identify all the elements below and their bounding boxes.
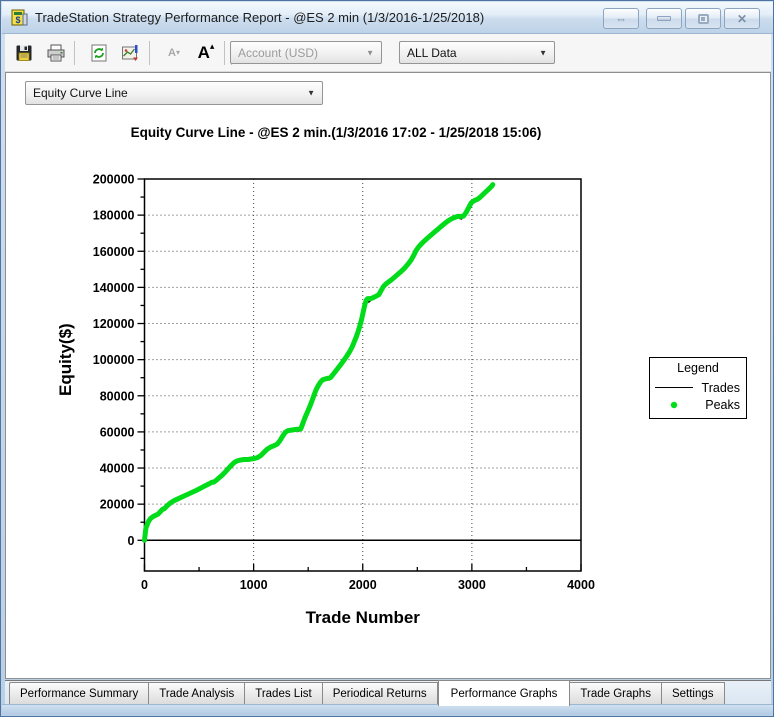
tab-trade-analysis[interactable]: Trade Analysis (149, 682, 245, 705)
y-tick-label: 100000 (93, 353, 135, 367)
toolbar: A▾ A▴ Account (USD) ▼ ALL Data ▼ (5, 34, 771, 72)
x-tick-label: 0 (141, 578, 148, 592)
account-dropdown[interactable]: Account (USD) ▼ (230, 41, 382, 64)
chevron-down-icon: ▼ (539, 48, 547, 57)
x-tick-label: 3000 (458, 578, 486, 592)
minimize-button[interactable] (646, 8, 682, 29)
x-tick-label: 4000 (567, 578, 595, 592)
tab-performance-graphs[interactable]: Performance Graphs (438, 680, 571, 706)
save-icon (15, 44, 33, 62)
window-title: TradeStation Strategy Performance Report… (35, 10, 484, 25)
app-window: $ TradeStation Strategy Performance Repo… (0, 0, 774, 717)
trades-line-swatch (654, 387, 694, 388)
tab-trades-list[interactable]: Trades List (245, 682, 322, 705)
peaks-dot-swatch (654, 400, 694, 410)
x-tick-label: 1000 (240, 578, 268, 592)
tab-periodical-returns[interactable]: Periodical Returns (323, 682, 438, 705)
data-range-dropdown-value: ALL Data (407, 46, 457, 60)
decrease-font-button[interactable]: A▾ (161, 40, 187, 66)
dock-toggle-button[interactable]: ⇔ (603, 8, 639, 29)
report-settings-icon (121, 44, 141, 62)
refresh-icon (90, 44, 108, 62)
close-button[interactable]: ✕ (724, 8, 760, 29)
y-tick-label: 80000 (100, 389, 135, 403)
maximize-icon (698, 14, 709, 24)
chart-legend: Legend Trades Peaks (649, 357, 747, 419)
save-button[interactable] (11, 40, 37, 66)
trades-series-line (145, 185, 493, 541)
y-tick-label: 60000 (100, 425, 135, 439)
tab-trade-graphs[interactable]: Trade Graphs (570, 682, 662, 705)
print-button[interactable] (43, 40, 69, 66)
peaks-series-line (145, 185, 493, 541)
chevron-down-icon: ▼ (307, 89, 315, 98)
y-tick-label: 40000 (100, 462, 135, 476)
chevron-down-icon: ▼ (366, 48, 374, 57)
y-tick-label: 160000 (93, 245, 135, 259)
window-bottom-border (2, 704, 774, 715)
data-range-dropdown[interactable]: ALL Data ▼ (399, 41, 555, 64)
decrease-font-icon: A (168, 47, 176, 59)
tab-settings[interactable]: Settings (662, 682, 725, 705)
increase-font-button[interactable]: A▴ (193, 40, 219, 66)
x-tick-label: 2000 (349, 578, 377, 592)
y-tick-label: 120000 (93, 317, 135, 331)
maximize-button[interactable] (685, 8, 721, 29)
print-icon (46, 44, 66, 62)
app-icon: $ (11, 9, 28, 26)
refresh-button[interactable] (86, 40, 112, 66)
graph-type-dropdown-value: Equity Curve Line (33, 86, 128, 100)
legend-title: Legend (654, 361, 742, 375)
legend-label: Trades (694, 381, 742, 395)
toolbar-separator (224, 41, 225, 65)
svg-text:$: $ (15, 15, 20, 25)
graph-type-dropdown[interactable]: Equity Curve Line ▼ (25, 81, 323, 105)
legend-label: Peaks (694, 398, 742, 412)
y-tick-label: 0 (128, 534, 135, 548)
y-tick-label: 200000 (93, 173, 135, 187)
x-axis-title: Trade Number (306, 608, 421, 627)
report-settings-button[interactable] (118, 40, 144, 66)
y-tick-label: 180000 (93, 209, 135, 223)
toolbar-separator (149, 41, 150, 65)
toolbar-separator (74, 41, 75, 65)
legend-item-peaks: Peaks (654, 396, 742, 413)
increase-font-icon: A (198, 43, 210, 63)
legend-item-trades: Trades (654, 379, 742, 396)
y-tick-label: 20000 (100, 498, 135, 512)
account-dropdown-value: Account (USD) (238, 46, 318, 60)
tab-performance-summary[interactable]: Performance Summary (9, 682, 149, 705)
minimize-icon (657, 16, 671, 21)
y-tick-label: 140000 (93, 281, 135, 295)
y-axis-title: Equity($) (56, 323, 75, 396)
chart-title: Equity Curve Line - @ES 2 min.(1/3/2016 … (111, 125, 561, 140)
report-tab-bar: Performance Summary Trade Analysis Trade… (5, 680, 771, 707)
